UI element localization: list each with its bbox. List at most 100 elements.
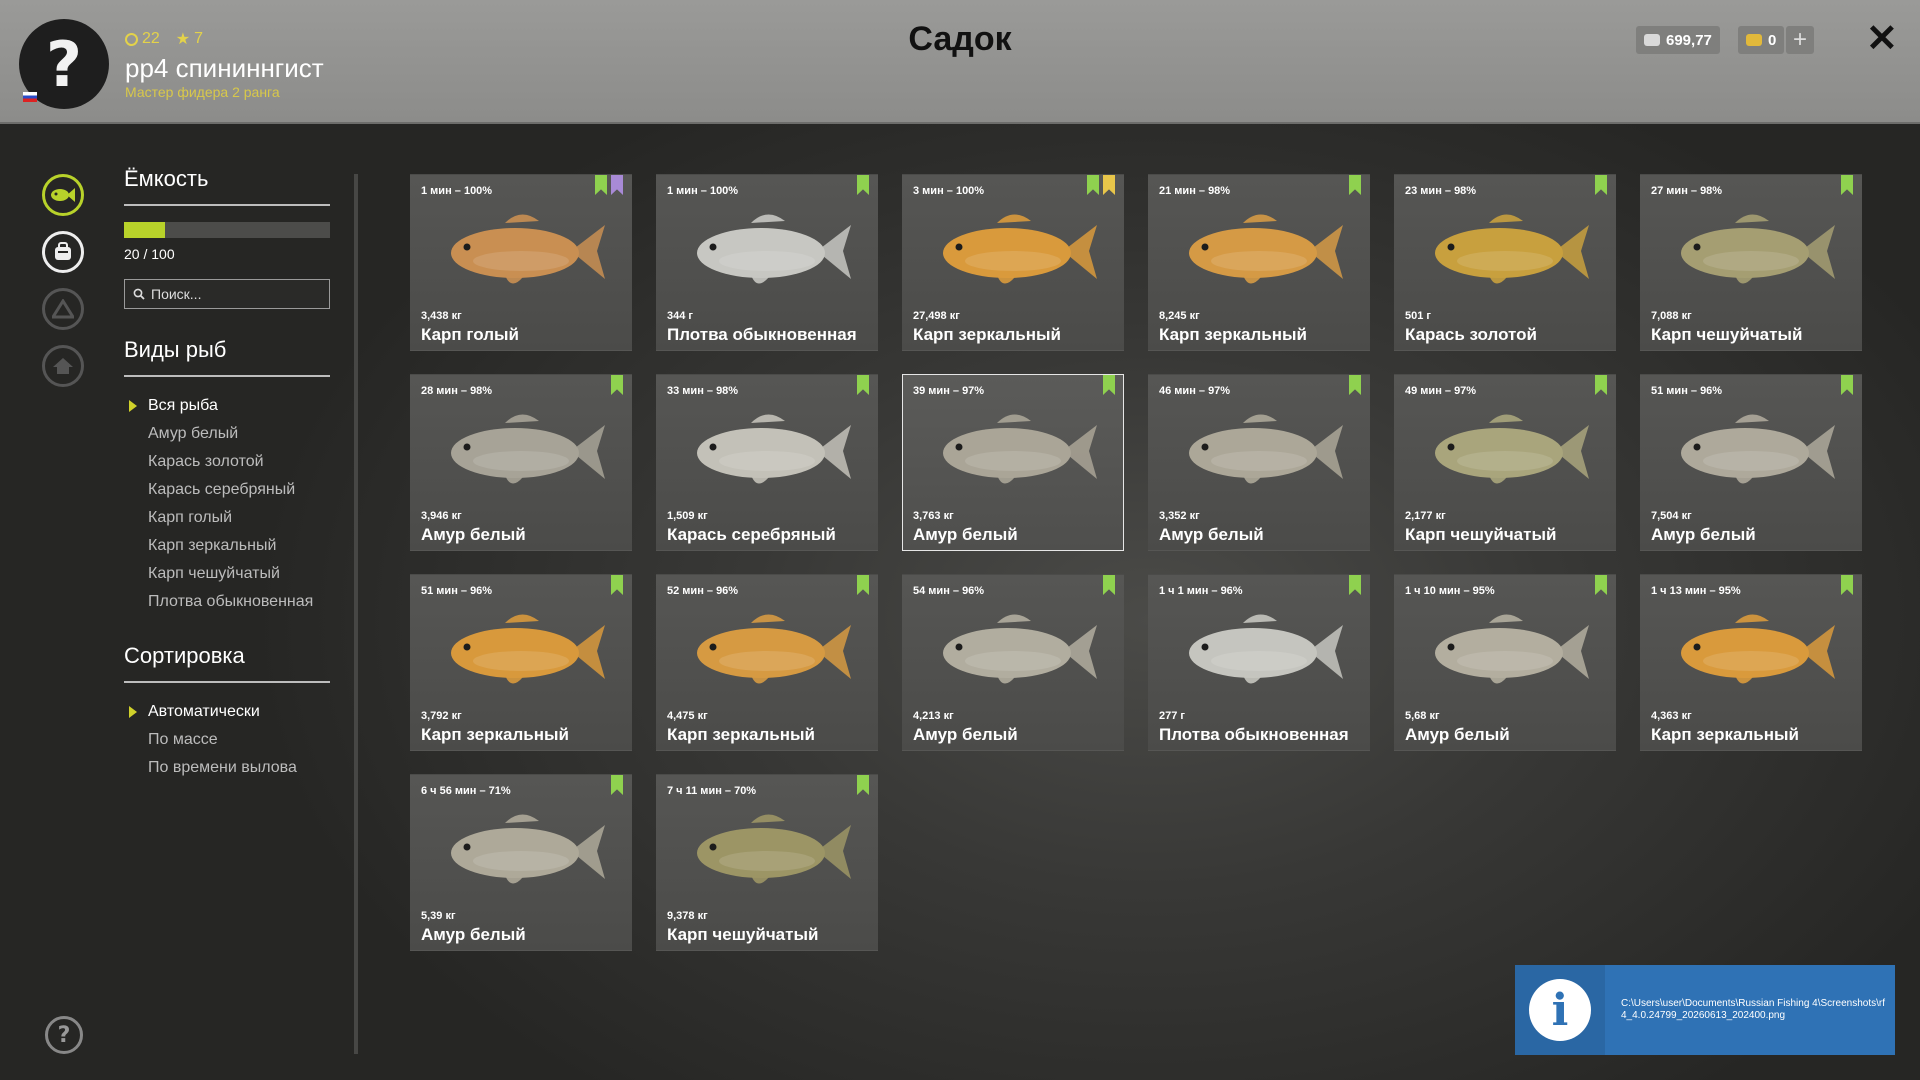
bookmark-green-icon[interactable] (1595, 375, 1607, 395)
card-marks (1103, 375, 1115, 395)
species-filter-item[interactable]: Карась серебряный (124, 481, 330, 509)
card-marks (857, 775, 869, 795)
fish-name: Амур белый (1159, 525, 1264, 544)
fish-card[interactable]: 27 мин – 98% 7,088 кг Карп чешуйчатый (1640, 174, 1862, 351)
sort-option-item[interactable]: Автоматически (124, 703, 330, 731)
bookmark-green-icon[interactable] (1349, 375, 1361, 395)
fish-name: Карп зеркальный (1159, 325, 1307, 344)
fish-weight: 5,39 кг (421, 910, 456, 922)
bag-icon[interactable] (42, 231, 84, 273)
fish-card[interactable]: 52 мин – 96% 4,475 кг Карп зеркальный (656, 574, 878, 751)
bookmark-green-icon[interactable] (595, 175, 607, 195)
species-title: Виды рыб (124, 337, 330, 377)
fish-card[interactable]: 21 мин – 98% 8,245 кг Карп зеркальный (1148, 174, 1370, 351)
bookmark-green-icon[interactable] (1841, 375, 1853, 395)
fish-weight: 7,504 кг (1651, 510, 1692, 522)
help-button[interactable]: ? (45, 1016, 83, 1054)
tent-icon[interactable] (42, 288, 84, 330)
fish-card[interactable]: 49 мин – 97% 2,177 кг Карп чешуйчатый (1394, 374, 1616, 551)
species-filter-item[interactable]: Вся рыба (124, 397, 330, 425)
capacity-bar (124, 222, 330, 238)
species-filter-item[interactable]: Амур белый (124, 425, 330, 453)
bookmark-gold-icon[interactable] (1103, 175, 1115, 195)
fish-name: Карп голый (421, 325, 519, 344)
fish-card[interactable]: 54 мин – 96% 4,213 кг Амур белый (902, 574, 1124, 751)
species-filter-item[interactable]: Карась золотой (124, 453, 330, 481)
add-gold-button[interactable]: + (1786, 26, 1814, 54)
bookmark-green-icon[interactable] (857, 775, 869, 795)
bookmark-green-icon[interactable] (1595, 175, 1607, 195)
card-marks (1103, 575, 1115, 595)
bookmark-green-icon[interactable] (1841, 575, 1853, 595)
card-marks (1349, 375, 1361, 395)
fish-card[interactable]: 1 ч 1 мин – 96% 277 г Плотва обыкновенная (1148, 574, 1370, 751)
fish-image (943, 614, 1097, 684)
card-marks (857, 375, 869, 395)
fish-card[interactable]: 28 мин – 98% 3,946 кг Амур белый (410, 374, 632, 551)
gold-balance: 0 (1738, 26, 1785, 54)
fish-image (451, 214, 605, 284)
close-button[interactable]: ✕ (1866, 16, 1898, 61)
bookmark-green-icon[interactable] (1103, 375, 1115, 395)
fish-card[interactable]: 1 ч 13 мин – 95% 4,363 кг Карп зеркальный (1640, 574, 1862, 751)
bookmark-green-icon[interactable] (1595, 575, 1607, 595)
species-filter-item[interactable]: Плотва обыкновенная (124, 593, 330, 621)
screenshot-notification[interactable]: i C:\Users\user\Documents\Russian Fishin… (1515, 965, 1895, 1055)
sort-option-item[interactable]: По массе (124, 731, 330, 759)
fish-card[interactable]: 33 мин – 98% 1,509 кг Карась серебряный (656, 374, 878, 551)
fish-card[interactable]: 46 мин – 97% 3,352 кг Амур белый (1148, 374, 1370, 551)
bookmark-green-icon[interactable] (611, 375, 623, 395)
bookmark-green-icon[interactable] (1841, 175, 1853, 195)
catch-time: 1 ч 1 мин – 96% (1159, 585, 1243, 597)
sort-option-item[interactable]: По времени вылова (124, 759, 330, 787)
fish-image (1189, 614, 1343, 684)
fish-name: Амур белый (1405, 725, 1510, 744)
species-filter-item[interactable]: Карп голый (124, 509, 330, 537)
card-marks (1841, 375, 1853, 395)
bookmark-green-icon[interactable] (857, 375, 869, 395)
fish-weight: 3,352 кг (1159, 510, 1200, 522)
fish-card[interactable]: 1 мин – 100% 344 г Плотва обыкновенная (656, 174, 878, 351)
fish-card[interactable]: 7 ч 11 мин – 70% 9,378 кг Карп чешуйчатый (656, 774, 878, 951)
keepnet-fish-icon[interactable] (42, 174, 84, 216)
bookmark-green-icon[interactable] (1087, 175, 1099, 195)
catch-time: 46 мин – 97% (1159, 385, 1231, 397)
fish-card[interactable]: 3 мин – 100% 27,498 кг Карп зеркальный (902, 174, 1124, 351)
bookmark-purple-icon[interactable] (611, 175, 623, 195)
fish-image (451, 414, 605, 484)
catch-time: 21 мин – 98% (1159, 185, 1231, 197)
fish-card[interactable]: 1 мин – 100% 3,438 кг Карп голый (410, 174, 632, 351)
sorting-list: Автоматически По массе По времени вылова (124, 703, 330, 787)
fish-card[interactable]: 23 мин – 98% 501 г Карась золотой (1394, 174, 1616, 351)
bookmark-green-icon[interactable] (611, 775, 623, 795)
fish-weight: 1,509 кг (667, 510, 708, 522)
species-filter-item[interactable]: Карп зеркальный (124, 537, 330, 565)
bookmark-green-icon[interactable] (857, 175, 869, 195)
fish-weight: 9,378 кг (667, 910, 708, 922)
fish-name: Карп зеркальный (421, 725, 569, 744)
player-rank: Мастер фидера 2 ранга (125, 84, 280, 100)
bookmark-green-icon[interactable] (857, 575, 869, 595)
fish-card[interactable]: 1 ч 10 мин – 95% 5,68 кг Амур белый (1394, 574, 1616, 751)
fish-image (697, 414, 851, 484)
fish-weight: 4,363 кг (1651, 710, 1692, 722)
card-marks (857, 575, 869, 595)
species-list: Вся рыба Амур белый Карась золотой Карась с… (124, 397, 330, 621)
search-input[interactable]: Поиск... (124, 279, 330, 309)
top-bar: ? 22 ★ 7 рр4 спининнгист Мастер фидера 2 … (0, 0, 1920, 124)
species-filter-item[interactable]: Карп чешуйчатый (124, 565, 330, 593)
fish-card[interactable]: 6 ч 56 мин – 71% 5,39 кг Амур белый (410, 774, 632, 951)
bookmark-green-icon[interactable] (1103, 575, 1115, 595)
card-marks (1595, 175, 1607, 195)
search-placeholder: Поиск... (151, 286, 202, 302)
bookmark-green-icon[interactable] (1349, 575, 1361, 595)
fish-name: Карп чешуйчатый (667, 925, 819, 944)
search-icon (133, 288, 145, 300)
catch-time: 54 мин – 96% (913, 585, 985, 597)
fish-card[interactable]: 51 мин – 96% 3,792 кг Карп зеркальный (410, 574, 632, 751)
bookmark-green-icon[interactable] (611, 575, 623, 595)
bookmark-green-icon[interactable] (1349, 175, 1361, 195)
fish-card[interactable]: 51 мин – 96% 7,504 кг Амур белый (1640, 374, 1862, 551)
fish-card[interactable]: 39 мин – 97% 3,763 кг Амур белый (902, 374, 1124, 551)
home-icon[interactable] (42, 345, 84, 387)
